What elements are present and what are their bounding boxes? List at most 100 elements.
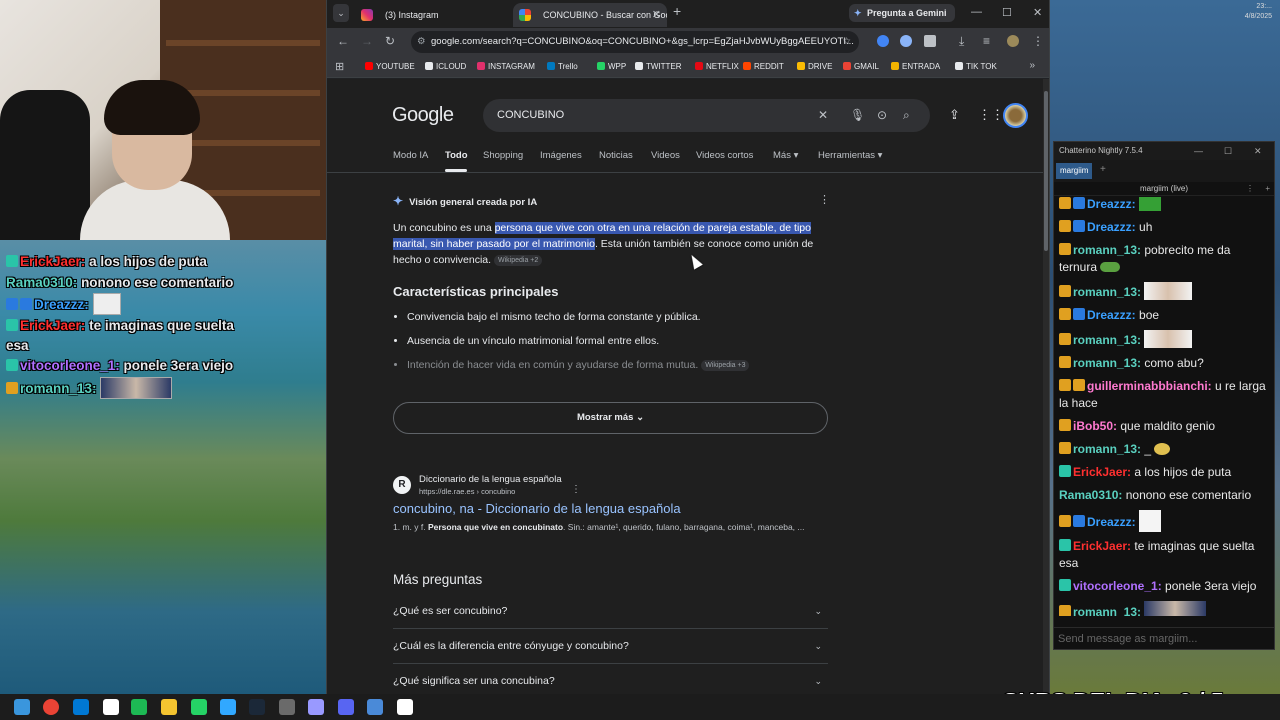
result-title-link[interactable]: concubino, na - Diccionario de la lengua… — [393, 501, 681, 516]
more-bookmarks-icon[interactable]: » — [1029, 60, 1035, 71]
chat-username[interactable]: Dreazzz: — [1087, 197, 1136, 211]
result-url[interactable]: https://dle.rae.es › concubino — [419, 487, 515, 496]
chat-username[interactable]: iBob50: — [1073, 419, 1117, 433]
microphone-icon[interactable]: 🎙 — [850, 99, 865, 132]
chat-username[interactable]: Rama0310: — [1059, 488, 1122, 502]
chatterino-icon[interactable] — [397, 699, 413, 715]
notes-icon[interactable] — [367, 699, 383, 715]
chat-username[interactable]: guillerminabbbianchi: — [1087, 379, 1212, 393]
tab-shopping[interactable]: Shopping — [483, 150, 523, 161]
minimize-icon[interactable]: — — [971, 6, 982, 18]
chat-username[interactable]: romann_13: — [1073, 442, 1141, 456]
edge-icon[interactable] — [73, 699, 89, 715]
close-window-icon[interactable]: ✕ — [1033, 6, 1042, 19]
chrome-icon[interactable] — [43, 699, 59, 715]
bookmark-star-icon[interactable]: ☆ — [842, 31, 851, 53]
citation-chip[interactable]: Wikipedia +2 — [494, 255, 543, 266]
site-info-icon[interactable]: ⚙ — [417, 31, 426, 53]
bookmark-drive[interactable]: DRIVE — [797, 62, 832, 71]
forward-icon[interactable]: → — [361, 34, 373, 48]
tab-más[interactable]: Más ▾ — [773, 150, 798, 161]
chat-username[interactable]: Dreazzz: — [1087, 515, 1136, 529]
reload-icon[interactable]: ↻ — [385, 34, 395, 48]
bookmark-gmail[interactable]: GMAIL — [843, 62, 879, 71]
bookmark-icloud[interactable]: ICLOUD — [425, 62, 466, 71]
explorer-icon[interactable] — [161, 699, 177, 715]
chat-username[interactable]: Dreazzz: — [1087, 220, 1136, 234]
discord-icon[interactable] — [338, 699, 354, 715]
bookmark-instagram[interactable]: INSTAGRAM — [477, 62, 535, 71]
bookmark-entrada[interactable]: ENTRADA — [891, 62, 940, 71]
whatsapp-icon[interactable] — [191, 699, 207, 715]
question-item[interactable]: ¿Qué significa ser una concubina? ⌄ — [393, 664, 828, 695]
chat-username[interactable]: romann_13: — [1073, 356, 1141, 370]
chat-username[interactable]: vitocorleone_1: — [1073, 579, 1162, 593]
tab-imágenes[interactable]: Imágenes — [540, 150, 582, 161]
page-scrollbar[interactable] — [1043, 79, 1049, 695]
bookmark-wpp[interactable]: WPP — [597, 62, 626, 71]
chat-username[interactable]: Dreazzz: — [1087, 308, 1136, 322]
apps-icon[interactable]: ⋮⋮ — [978, 107, 1004, 123]
bookmark-tik-tok[interactable]: TIK TOK — [955, 62, 997, 71]
add-tab-icon[interactable]: + — [1100, 164, 1106, 175]
more-options-icon[interactable]: ⋮ — [1246, 182, 1254, 196]
minimize-icon[interactable]: — — [1194, 142, 1203, 160]
bookmark-reddit[interactable]: REDDIT — [743, 62, 784, 71]
account-avatar[interactable] — [1003, 103, 1028, 128]
tab-google-search[interactable]: CONCUBINO - Buscar con Goo ✕ — [513, 3, 667, 27]
download-icon[interactable]: ⤓ — [959, 34, 964, 49]
question-item[interactable]: ¿Cuál es la diferencia entre cónyuge y c… — [393, 629, 828, 664]
show-more-button[interactable]: Mostrar más ⌄ — [393, 402, 828, 434]
photoshop-icon[interactable] — [220, 699, 236, 715]
tab-modo-ia[interactable]: Modo IA — [393, 150, 428, 161]
tab-herramientas[interactable]: Herramientas ▾ — [818, 150, 882, 161]
message-input[interactable]: Send message as margiim... — [1054, 627, 1274, 649]
address-bar[interactable]: ⚙ google.com/search?q=CONCUBINO&oq=CONCU… — [411, 31, 859, 53]
tab-videos[interactable]: Videos — [651, 150, 680, 161]
gemini-button[interactable]: ✦ Pregunta a Gemini — [849, 4, 955, 22]
channel-tab[interactable]: margiim — [1056, 163, 1093, 179]
result-site-name[interactable]: Diccionario de la lengua española — [419, 474, 562, 485]
maximize-icon[interactable]: ☐ — [1002, 6, 1012, 19]
steam-icon[interactable] — [249, 699, 265, 715]
lens-icon[interactable]: ⊙ — [877, 99, 887, 132]
tab-noticias[interactable]: Noticias — [599, 150, 633, 161]
chat-username[interactable]: romann_13: — [1073, 605, 1141, 616]
search-icon[interactable]: ⌕ — [903, 99, 910, 132]
windows-start-icon[interactable] — [14, 699, 30, 715]
more-options-icon[interactable]: ⋮ — [819, 193, 830, 206]
question-item[interactable]: ¿Qué es ser concubino? ⌄ — [393, 594, 828, 629]
menu-icon[interactable]: ⋮ — [1032, 34, 1044, 48]
close-window-icon[interactable]: ✕ — [1254, 142, 1262, 160]
chat-username[interactable]: romann_13: — [1073, 243, 1141, 257]
maximize-icon[interactable]: ☐ — [1224, 142, 1232, 160]
add-split-icon[interactable]: + — [1265, 182, 1270, 196]
tab-todo[interactable]: Todo — [445, 150, 468, 161]
premiere-icon[interactable] — [308, 699, 324, 715]
obs-icon[interactable] — [279, 699, 295, 715]
chat-username[interactable]: romann_13: — [1073, 285, 1141, 299]
new-tab-button[interactable]: + — [673, 3, 681, 19]
share-icon[interactable]: ⇪ — [949, 107, 960, 123]
bookmark-youtube[interactable]: YOUTUBE — [365, 62, 415, 71]
citation-chip[interactable]: Wikipedia +3 — [701, 360, 750, 371]
bookmark-trello[interactable]: Trello — [547, 62, 578, 71]
spotify-icon[interactable] — [131, 699, 147, 715]
clear-icon[interactable]: ✕ — [818, 99, 828, 132]
profile-icon[interactable] — [1007, 35, 1019, 47]
reading-list-icon[interactable]: ≡ — [983, 34, 990, 48]
capcut-icon[interactable] — [103, 699, 119, 715]
apps-grid-icon[interactable]: ⊞ — [335, 60, 344, 73]
extension-icon[interactable] — [877, 35, 889, 47]
extensions-puzzle-icon[interactable] — [924, 35, 936, 47]
chat-username[interactable]: ErickJaer: — [1073, 539, 1131, 553]
chat-username[interactable]: ErickJaer: — [1073, 465, 1131, 479]
close-tab-icon[interactable]: ✕ — [652, 3, 661, 27]
bookmark-netflix[interactable]: NETFLIX — [695, 62, 739, 71]
chat-username[interactable]: romann_13: — [1073, 333, 1141, 347]
extension-icon[interactable] — [900, 35, 912, 47]
tab-search-button[interactable]: ⌄ — [333, 4, 349, 22]
tab-videos-cortos[interactable]: Videos cortos — [696, 150, 753, 161]
google-logo[interactable]: Google — [392, 104, 454, 127]
bookmark-twitter[interactable]: TWITTER — [635, 62, 682, 71]
